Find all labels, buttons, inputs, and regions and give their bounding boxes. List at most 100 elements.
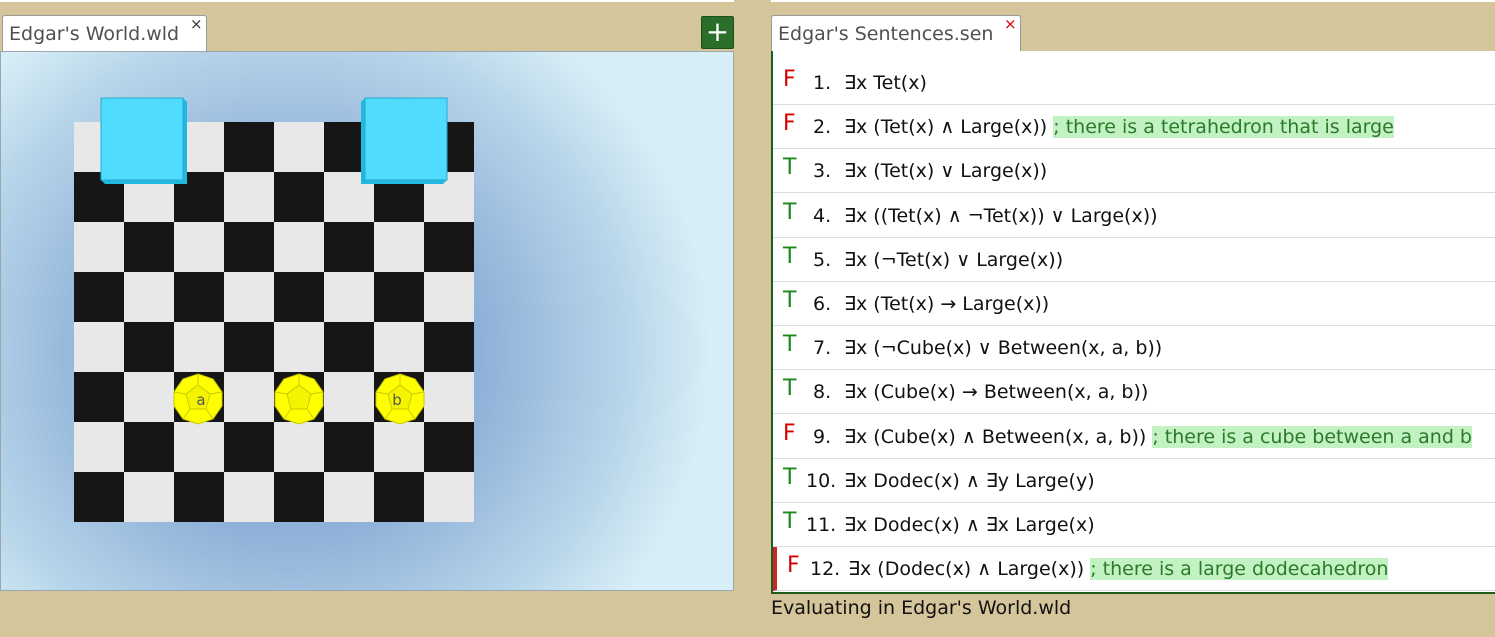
sentence-formula[interactable]: ∃x (Dodec(x) ∧ Large(x)) ; there is a la…: [848, 558, 1389, 581]
board-square[interactable]: [424, 322, 474, 372]
sentence-formula[interactable]: ∃x (Cube(x) ∧ Between(x, a, b)) ; there …: [844, 425, 1472, 448]
board-square[interactable]: [224, 322, 274, 372]
board-square[interactable]: [274, 272, 324, 322]
tab-sentences-label: Edgar's Sentences.sen: [778, 23, 994, 45]
board-square[interactable]: [374, 422, 424, 472]
sentence-formula[interactable]: ∃x (¬Tet(x) ∨ Large(x)): [844, 249, 1063, 271]
sentence-comment: ; there is a cube between a and b: [1152, 425, 1472, 448]
board-square[interactable]: [324, 322, 374, 372]
board-square[interactable]: [424, 472, 474, 522]
sentence-number: 7.: [813, 337, 832, 360]
board-square[interactable]: [174, 322, 224, 372]
board-square[interactable]: [424, 422, 474, 472]
tab-world[interactable]: Edgar's World.wld ×: [2, 15, 207, 51]
add-tab-button[interactable]: +: [701, 16, 734, 49]
board-square[interactable]: [124, 322, 174, 372]
sentence-row[interactable]: T 10. ∃x Dodec(x) ∧ ∃y Large(y): [773, 459, 1495, 503]
cube-block[interactable]: [99, 96, 189, 186]
sentence-formula[interactable]: ∃x (Tet(x) ∧ Large(x)) ; there is a tetr…: [844, 116, 1394, 139]
truth-value: F: [783, 420, 796, 446]
board-square[interactable]: [124, 472, 174, 522]
sentences-list[interactable]: F 1. ∃x Tet(x) F 2. ∃x (Tet(x) ∧ Large(x)) ; …: [771, 51, 1495, 594]
sentence-formula[interactable]: ∃x Tet(x): [844, 72, 927, 94]
board-square[interactable]: [324, 272, 374, 322]
sentence-formula[interactable]: ∃x Dodec(x) ∧ ∃x Large(x): [844, 514, 1095, 536]
sentence-row[interactable]: F 1. ∃x Tet(x): [773, 61, 1495, 105]
board-square[interactable]: [174, 422, 224, 472]
sentence-row[interactable]: F 12. ∃x (Dodec(x) ∧ Large(x)) ; there is …: [773, 547, 1495, 592]
board-square[interactable]: [224, 422, 274, 472]
board-square[interactable]: [174, 272, 224, 322]
board-square[interactable]: [224, 272, 274, 322]
formula-text: ∃x Tet(x): [844, 72, 927, 94]
board-square[interactable]: [74, 322, 124, 372]
sentence-formula[interactable]: ∃x Dodec(x) ∧ ∃y Large(y): [844, 470, 1095, 492]
truth-value: T: [783, 243, 797, 269]
board-square[interactable]: [324, 222, 374, 272]
sentence-formula[interactable]: ∃x (Tet(x) ∨ Large(x)): [844, 160, 1047, 182]
formula-text: ∃x Dodec(x) ∧ ∃y Large(y): [844, 469, 1095, 492]
sentence-number: 11.: [806, 514, 837, 536]
board-square[interactable]: [174, 472, 224, 522]
board-square[interactable]: [324, 472, 374, 522]
board-square[interactable]: [74, 272, 124, 322]
sentence-formula[interactable]: ∃x (Tet(x) → Large(x)): [844, 293, 1049, 315]
board-square[interactable]: [274, 422, 324, 472]
sentence-row[interactable]: F 9. ∃x (Cube(x) ∧ Between(x, a, b)) ; the…: [773, 415, 1495, 459]
board-square[interactable]: [274, 322, 324, 372]
sentence-row[interactable]: F 2. ∃x (Tet(x) ∧ Large(x)) ; there is a t…: [773, 105, 1495, 150]
board-square[interactable]: [374, 222, 424, 272]
sentence-row[interactable]: T 11. ∃x Dodec(x) ∧ ∃x Large(x): [773, 503, 1495, 547]
board-square[interactable]: [324, 372, 374, 422]
board-square[interactable]: [274, 472, 324, 522]
formula-text: ∃x (Dodec(x) ∧ Large(x)): [848, 558, 1085, 581]
board-square[interactable]: [324, 422, 374, 472]
board-square[interactable]: [74, 422, 124, 472]
world-view[interactable]: a b: [0, 51, 734, 591]
board-square[interactable]: [124, 372, 174, 422]
formula-text: ∃x (¬Cube(x) ∨ Between(x, a, b)): [844, 337, 1163, 360]
board-square[interactable]: [124, 222, 174, 272]
board-square[interactable]: [124, 272, 174, 322]
truth-value: T: [783, 376, 797, 402]
board-square[interactable]: [424, 272, 474, 322]
sentence-formula[interactable]: ∃x ((Tet(x) ∧ ¬Tet(x)) ∨ Large(x)): [844, 205, 1158, 227]
board-square[interactable]: [374, 272, 424, 322]
board-square[interactable]: [424, 222, 474, 272]
status-text: Evaluating in Edgar's World.wld: [771, 597, 1072, 619]
sentence-formula[interactable]: ∃x (Cube(x) → Between(x, a, b)): [844, 381, 1148, 403]
board-square[interactable]: [74, 372, 124, 422]
board-square[interactable]: [224, 222, 274, 272]
close-icon[interactable]: ×: [190, 17, 203, 32]
sentence-row[interactable]: T 6. ∃x (Tet(x) → Large(x)): [773, 282, 1495, 326]
board-square[interactable]: [274, 172, 324, 222]
board-square[interactable]: [224, 172, 274, 222]
sentence-formula[interactable]: ∃x (¬Cube(x) ∨ Between(x, a, b)): [844, 337, 1162, 359]
formula-text: ∃x (Tet(x) ∧ Large(x)): [844, 116, 1048, 139]
board-square[interactable]: [424, 372, 474, 422]
board-square[interactable]: [374, 322, 424, 372]
truth-value: T: [783, 509, 797, 534]
board-square[interactable]: [174, 222, 224, 272]
board-square[interactable]: [224, 122, 274, 172]
cube-block[interactable]: [359, 96, 449, 186]
sentence-row[interactable]: T 7. ∃x (¬Cube(x) ∨ Between(x, a, b)): [773, 326, 1495, 371]
sentence-row[interactable]: T 4. ∃x ((Tet(x) ∧ ¬Tet(x)) ∨ Large(x)): [773, 194, 1495, 238]
dodec-block[interactable]: [273, 373, 325, 425]
board-square[interactable]: [74, 472, 124, 522]
sentence-row[interactable]: T 8. ∃x (Cube(x) → Between(x, a, b)): [773, 370, 1495, 415]
tab-sentences[interactable]: Edgar's Sentences.sen ×: [771, 15, 1021, 51]
board-square[interactable]: [224, 472, 274, 522]
sentence-number: 3.: [813, 160, 832, 183]
sentence-number: 12.: [810, 558, 841, 581]
board-square[interactable]: [274, 122, 324, 172]
board-square[interactable]: [74, 222, 124, 272]
sentence-row[interactable]: T 5. ∃x (¬Tet(x) ∨ Large(x)): [773, 238, 1495, 282]
board-square[interactable]: [124, 422, 174, 472]
sentence-row[interactable]: T 3. ∃x (Tet(x) ∨ Large(x)): [773, 149, 1495, 194]
board-square[interactable]: [374, 472, 424, 522]
truth-value: T: [783, 288, 797, 313]
board-square[interactable]: [224, 372, 274, 422]
board-square[interactable]: [274, 222, 324, 272]
close-icon[interactable]: ×: [1004, 17, 1017, 32]
